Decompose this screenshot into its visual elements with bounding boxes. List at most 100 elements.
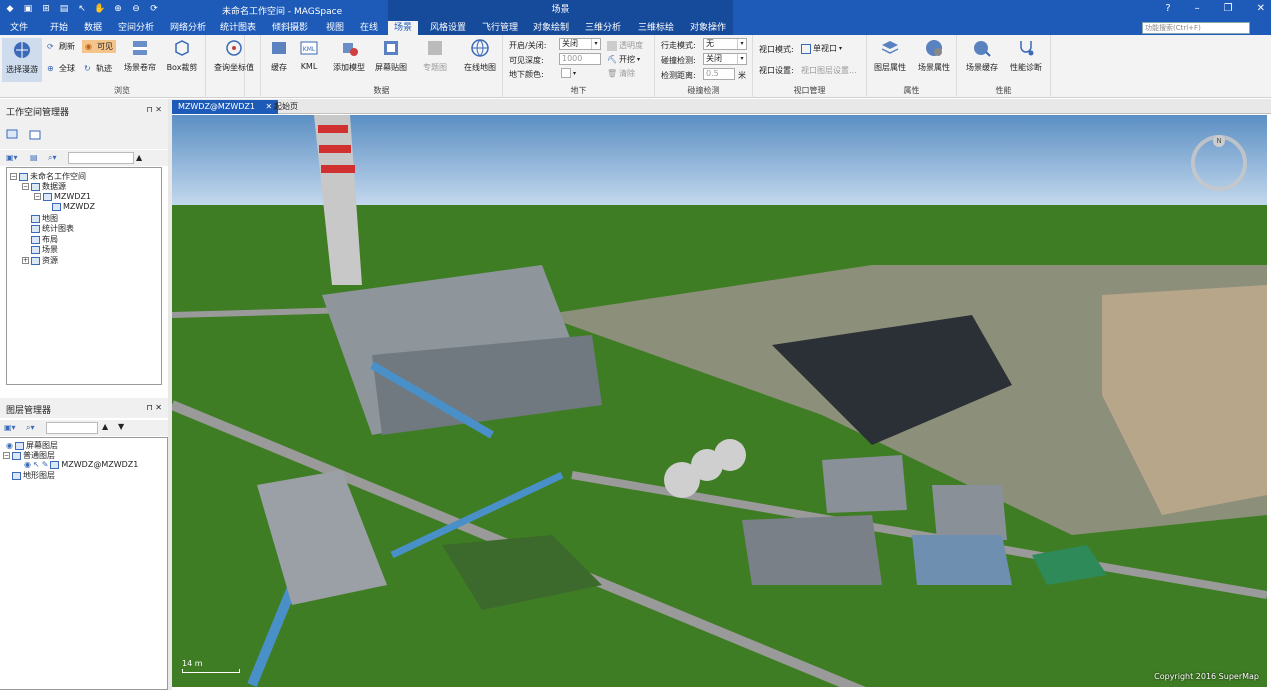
scene-view[interactable]: N 14 m Copyright 2016 SuperMap bbox=[172, 115, 1267, 687]
layer-properties-button[interactable]: 图层属性 bbox=[869, 38, 911, 73]
select-arrow-icon[interactable]: ↖ bbox=[33, 460, 40, 469]
underground-color-label: 地下颜色: bbox=[509, 70, 544, 79]
edit-icon[interactable]: ✎ bbox=[42, 460, 49, 469]
tab-oblique-photo[interactable]: 倾斜摄影 bbox=[272, 21, 308, 35]
scene-cache-button[interactable]: 场景缓存 bbox=[961, 38, 1003, 73]
tree-node-dataset-mzwdz[interactable]: MZWDZ bbox=[52, 202, 95, 211]
performance-diagnosis-button[interactable]: 性能诊断 bbox=[1005, 38, 1047, 73]
refresh-button[interactable]: ⟳ 刷新 bbox=[47, 41, 75, 52]
collapse-icon[interactable]: − bbox=[22, 183, 29, 190]
doc-tab-start-page[interactable]: 起始页 bbox=[268, 100, 304, 114]
maximize-button[interactable]: ❐ bbox=[1224, 3, 1233, 14]
transparency-button[interactable]: 透明度 bbox=[607, 40, 643, 51]
compass-control[interactable]: N bbox=[1191, 135, 1247, 191]
zoom-in-icon[interactable]: ⊕ bbox=[112, 3, 124, 15]
add-model-button[interactable]: 添加模型 bbox=[329, 38, 369, 73]
tab-online[interactable]: 在线 bbox=[360, 21, 378, 35]
tree-node-datasources[interactable]: − 数据源 bbox=[22, 181, 66, 192]
collapse-icon[interactable]: − bbox=[34, 193, 41, 200]
scene-properties-button[interactable]: 场景属性 bbox=[913, 38, 955, 73]
help-icon[interactable]: ? bbox=[1165, 3, 1170, 14]
pointer-icon[interactable]: ↖ bbox=[76, 3, 88, 15]
pin-icon[interactable]: ⊓ bbox=[147, 403, 153, 412]
close-button[interactable]: ✕ bbox=[1257, 3, 1265, 14]
workspace-search-input[interactable] bbox=[68, 152, 134, 164]
distance-unit: 米 bbox=[738, 71, 746, 80]
search-icon[interactable]: ⌕▾ bbox=[26, 423, 35, 433]
visible-depth-input[interactable]: 1000 bbox=[559, 53, 601, 65]
tab-style-settings[interactable]: 风格设置 bbox=[430, 21, 466, 35]
save-icon[interactable]: ▣ bbox=[22, 3, 34, 15]
pin-icon[interactable]: ⊓ bbox=[147, 105, 153, 114]
workspace-tab-icon[interactable] bbox=[6, 128, 20, 142]
tree-node-resources[interactable]: + 资源 bbox=[22, 255, 58, 266]
tab-statistics-charts[interactable]: 统计图表 bbox=[220, 21, 256, 35]
tab-scene[interactable]: 场景 bbox=[388, 21, 419, 35]
tab-data[interactable]: 数据 bbox=[84, 21, 102, 35]
tab-3d-analysis[interactable]: 三维分析 bbox=[585, 21, 621, 35]
open-icon[interactable]: ▤ bbox=[58, 3, 70, 15]
refresh-icon[interactable]: ⟳ bbox=[148, 3, 160, 15]
tab-flight-management[interactable]: 飞行管理 bbox=[482, 21, 518, 35]
tree-node-scenes[interactable]: 场景 bbox=[31, 244, 58, 255]
search-icon[interactable]: ⌕▾ bbox=[48, 153, 57, 163]
full-globe-button[interactable]: ⊕ 全球 bbox=[47, 63, 75, 74]
doc-tab-scene[interactable]: MZWDZ@MZWDZ1 ✕ bbox=[172, 100, 279, 114]
collision-detect-select[interactable]: 关闭 ▾ bbox=[703, 53, 747, 65]
tree-node-charts[interactable]: 统计图表 bbox=[31, 223, 74, 234]
minimize-button[interactable]: – bbox=[1195, 3, 1200, 14]
close-icon[interactable]: ✕ bbox=[155, 105, 162, 114]
tab-view[interactable]: 视图 bbox=[326, 21, 344, 35]
select-roam-button[interactable]: 选择漫游 bbox=[2, 38, 42, 82]
underground-toggle-select[interactable]: 关闭 ▾ bbox=[559, 38, 601, 50]
collapse-icon[interactable]: − bbox=[10, 173, 17, 180]
move-up-icon[interactable]: ▲ bbox=[102, 422, 108, 431]
workspace-tab2-icon[interactable] bbox=[28, 128, 42, 142]
detect-distance-input[interactable]: 0.5 bbox=[703, 68, 735, 80]
tab-object-operations[interactable]: 对象操作 bbox=[690, 21, 726, 35]
cache-button[interactable]: 缓存 bbox=[265, 38, 293, 73]
feature-search-input[interactable]: 功能搜索(Ctrl+F) bbox=[1142, 22, 1250, 34]
open-file-icon[interactable]: ▤ bbox=[30, 153, 38, 162]
layer-menu-icon[interactable]: ▣▾ bbox=[4, 423, 16, 432]
tab-start[interactable]: 开始 bbox=[50, 21, 68, 35]
tree-node-terrain-layers[interactable]: 地形图层 bbox=[12, 470, 55, 481]
collapse-icon[interactable]: − bbox=[3, 452, 10, 459]
tree-node-datasource-mzwdz1[interactable]: − MZWDZ1 bbox=[34, 192, 91, 201]
move-down-icon[interactable]: ▼ bbox=[118, 422, 124, 431]
tree-node-layer-mzwdz[interactable]: ◉ ↖ ✎ MZWDZ@MZWDZ1 bbox=[24, 460, 138, 469]
new-icon[interactable]: ⊞ bbox=[40, 3, 52, 15]
expand-icon[interactable]: + bbox=[22, 257, 29, 264]
scene-canvas[interactable] bbox=[172, 115, 1267, 687]
layer-manager-title: 图层管理器 bbox=[6, 406, 52, 416]
scene-shutter-button[interactable]: 场景卷帘 bbox=[120, 38, 160, 73]
workspace-menu-icon[interactable]: ▣▾ bbox=[6, 153, 18, 162]
collapse-up-icon[interactable]: ▲ bbox=[136, 153, 142, 162]
tab-spatial-analysis[interactable]: 空间分析 bbox=[118, 21, 154, 35]
online-map-button[interactable]: 在线地图 bbox=[459, 38, 501, 73]
viewport-mode-select[interactable]: 单视口 ▾ bbox=[801, 43, 842, 54]
tab-network-analysis[interactable]: 网络分析 bbox=[170, 21, 206, 35]
box-clip-button[interactable]: Box裁剪 bbox=[162, 38, 202, 73]
underground-color-picker[interactable]: ▾ bbox=[561, 68, 576, 78]
close-icon[interactable]: ✕ bbox=[155, 403, 162, 412]
track-button[interactable]: ↻ 轨迹 bbox=[84, 63, 112, 74]
visible-toggle[interactable]: ◉ 可见 bbox=[82, 40, 116, 53]
zoom-out-icon[interactable]: ⊖ bbox=[130, 3, 142, 15]
tab-file[interactable]: 文件 bbox=[10, 21, 28, 35]
walk-mode-select[interactable]: 无 ▾ bbox=[703, 38, 747, 50]
pan-icon[interactable]: ✋ bbox=[94, 3, 106, 15]
eye-icon[interactable]: ◉ bbox=[6, 441, 13, 450]
query-coordinate-button[interactable]: 查询坐标值 bbox=[208, 38, 260, 73]
workspace-toolbar: ▣▾ ▤ ⌕▾ ▲ bbox=[0, 150, 168, 166]
tab-object-drawing[interactable]: 对象绘制 bbox=[533, 21, 569, 35]
layer-search-input[interactable] bbox=[46, 422, 98, 434]
kml-button[interactable]: KML KML bbox=[295, 38, 323, 71]
tab-3d-plotting[interactable]: 三维标绘 bbox=[638, 21, 674, 35]
clear-button[interactable]: 🗑 清除 bbox=[607, 68, 635, 79]
excavate-button[interactable]: ⛏ 开挖 ▾ bbox=[607, 54, 640, 65]
thematic-map-button[interactable]: 专题图 bbox=[417, 38, 453, 73]
screen-tile-button[interactable]: 屏幕贴图 bbox=[371, 38, 411, 73]
eye-icon[interactable]: ◉ bbox=[24, 460, 31, 469]
viewport-layer-settings-button[interactable]: 视口图层设置... bbox=[801, 65, 857, 76]
